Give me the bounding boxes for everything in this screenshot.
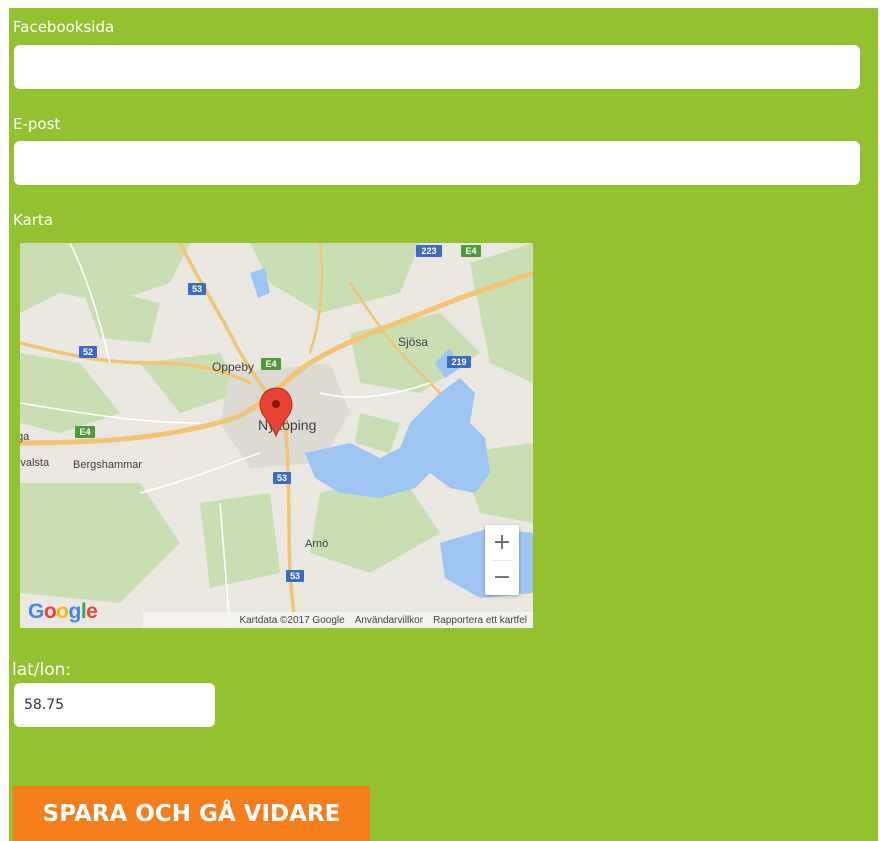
facebook-label: Facebooksida	[13, 18, 115, 36]
zoom-divider	[491, 560, 513, 561]
email-label: E-post	[13, 115, 61, 133]
map-canvas[interactable]: 223 E4 53 52 E4 219 E4 53 53 Sjösa Oppeb…	[20, 243, 533, 628]
form-panel: Facebooksida E-post Karta 223 E4 53 52 E…	[9, 8, 878, 841]
zoom-in-button[interactable]: +	[485, 525, 519, 560]
map-widget[interactable]: 223 E4 53 52 E4 219 E4 53 53 Sjösa Oppeb…	[20, 243, 533, 628]
road-shield-53-mid: 53	[277, 473, 287, 483]
map-attribution: Kartdata ©2017 Google Användarvillkor Ra…	[143, 612, 533, 628]
place-valsta: Svalsta	[20, 457, 50, 469]
place-bergshammar: Bergshammar	[73, 459, 142, 471]
road-shield-52: 52	[83, 347, 93, 357]
place-sjosa: Sjösa	[398, 335, 428, 349]
facebook-input[interactable]	[14, 45, 860, 89]
latlon-input[interactable]	[14, 683, 215, 727]
terms-link[interactable]: Användarvillkor	[355, 615, 423, 626]
place-ga: ga	[20, 431, 30, 443]
latlon-label: lat/lon:	[12, 660, 72, 680]
road-shield-e4-west: E4	[79, 427, 90, 437]
road-shield-e4-top: E4	[465, 246, 476, 256]
map-label: Karta	[13, 211, 54, 229]
road-shield-53-low: 53	[290, 571, 300, 581]
map-data-text: Kartdata ©2017 Google	[239, 614, 345, 626]
road-shield-e4-oppeby: E4	[265, 359, 276, 369]
road-shield-53-top: 53	[192, 284, 202, 294]
email-input[interactable]	[14, 141, 860, 185]
save-and-continue-button[interactable]: SPARA OCH GÅ VIDARE	[13, 786, 370, 841]
zoom-out-button[interactable]: −	[485, 560, 519, 595]
road-shield-223: 223	[421, 246, 436, 256]
place-arno: Arnö	[305, 538, 328, 550]
google-logo: Google	[28, 600, 98, 623]
zoom-control: + −	[485, 525, 519, 595]
place-oppeby: Oppeby	[212, 360, 254, 374]
road-shield-219: 219	[451, 357, 466, 367]
report-error-link[interactable]: Rapportera ett kartfel	[433, 615, 527, 626]
